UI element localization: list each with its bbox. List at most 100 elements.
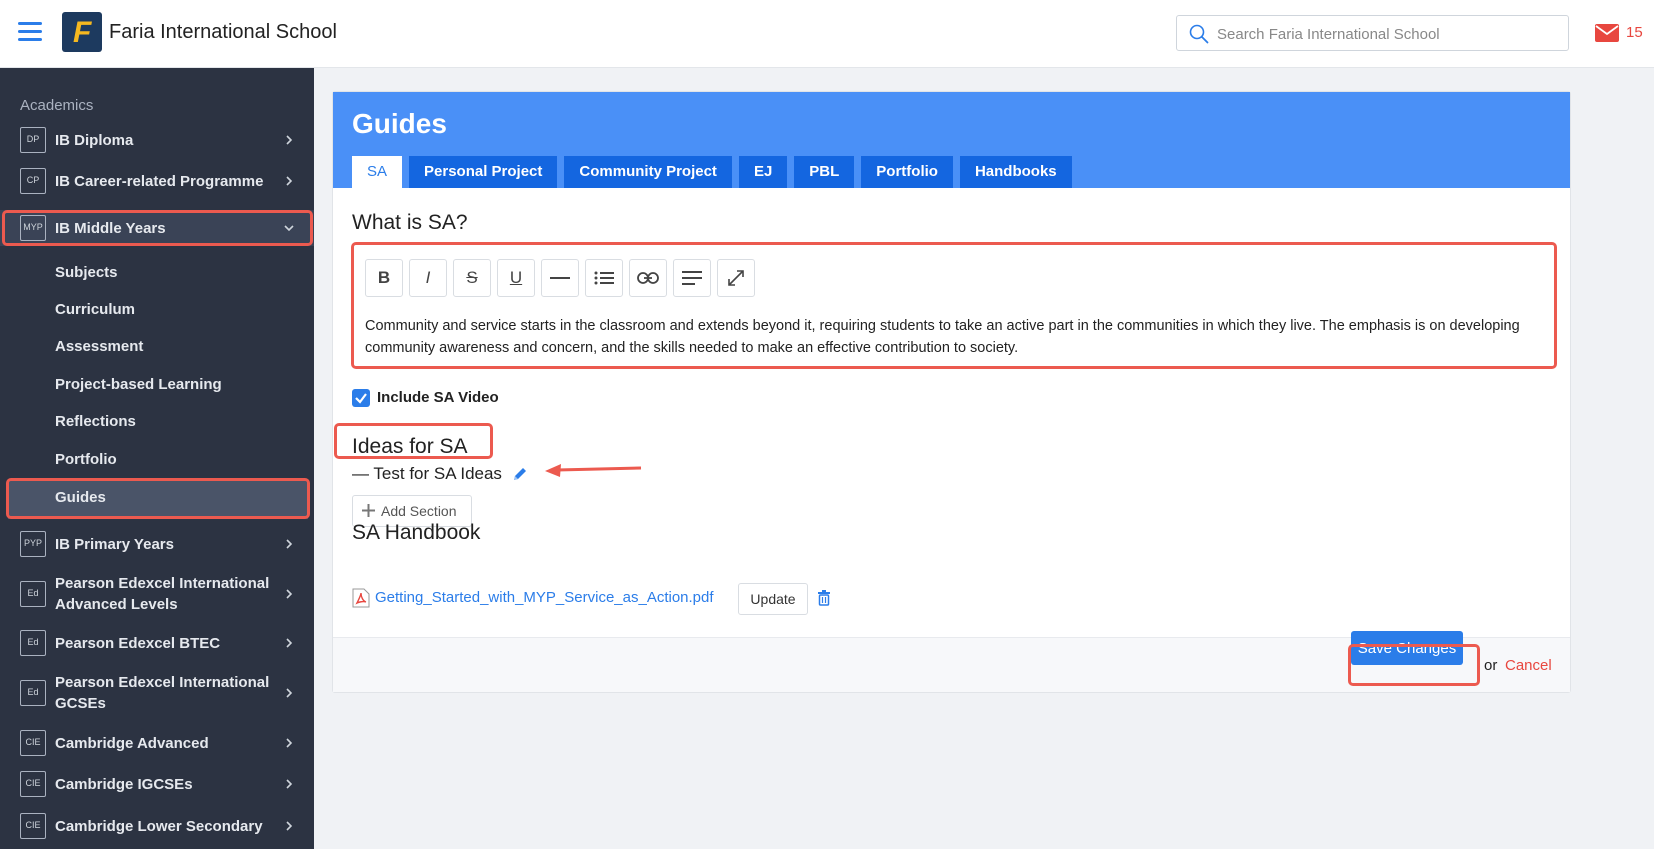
horizontal-rule-button[interactable]: [541, 259, 579, 297]
italic-button[interactable]: I: [409, 259, 447, 297]
sidebar-subitem-portfolio[interactable]: Portfolio: [55, 451, 117, 468]
expand-icon: [728, 270, 744, 286]
sidebar-item-label: Cambridge IGCSEs: [55, 775, 193, 793]
chevron-right-icon: [286, 589, 293, 599]
tab-personal-project[interactable]: Personal Project: [409, 156, 558, 188]
rich-text-editor[interactable]: B I S U Community and service starts in …: [352, 245, 1548, 357]
list-icon: [594, 271, 614, 285]
sidebar-item-label: IB Primary Years: [55, 535, 174, 553]
sidebar-item-label: Cambridge Advanced: [55, 734, 209, 752]
sidebar-item-label: IB Middle Years: [55, 219, 166, 237]
sidebar-item-label: Cambridge Lower Secondary: [55, 817, 263, 835]
mail-icon[interactable]: [1595, 24, 1619, 42]
sidebar-subitem-curriculum[interactable]: Curriculum: [55, 301, 135, 318]
sidebar-section-label: Academics: [20, 97, 94, 114]
programme-badge-icon: CP: [20, 168, 46, 194]
card-header: Guides SA Personal Project Community Pro…: [333, 92, 1570, 188]
trash-icon[interactable]: [817, 590, 831, 606]
programme-badge-icon: DP: [20, 127, 46, 153]
strikethrough-button[interactable]: S: [453, 259, 491, 297]
sidebar-item-ib-middle-years[interactable]: MYP IB Middle Years: [0, 210, 314, 246]
sidebar-item-ib-primary-years[interactable]: PYP IB Primary Years: [0, 524, 314, 564]
chevron-right-icon: [286, 779, 293, 789]
programme-badge-icon: Ed: [20, 680, 46, 706]
sidebar-item-ib-career[interactable]: CP IB Career-related Programme: [0, 161, 314, 201]
underline-button[interactable]: U: [497, 259, 535, 297]
tab-handbooks[interactable]: Handbooks: [959, 156, 1072, 188]
chevron-right-icon: [286, 539, 293, 549]
sidebar-item-cambridge-advanced[interactable]: CIE Cambridge Advanced: [0, 723, 314, 763]
programme-badge-icon: CIE: [20, 771, 46, 797]
chevron-right-icon: [286, 135, 293, 145]
programme-badge-icon: CIE: [20, 813, 46, 839]
bullet-list-button[interactable]: [585, 259, 623, 297]
what-is-heading: What is SA?: [352, 211, 468, 234]
chevron-right-icon: [286, 176, 293, 186]
sidebar-item-label: Pearson Edexcel BTEC: [55, 634, 221, 652]
save-changes-button[interactable]: Save Changes: [1351, 631, 1463, 665]
cancel-link[interactable]: Cancel: [1505, 657, 1552, 674]
plus-icon: [362, 504, 375, 517]
sidebar-subitem-project-based-learning[interactable]: Project-based Learning: [55, 376, 222, 393]
tab-community-project[interactable]: Community Project: [564, 156, 732, 188]
sidebar: Academics DP IB Diploma CP IB Career-rel…: [0, 68, 314, 849]
tab-sa[interactable]: SA: [352, 156, 403, 188]
link-icon: [637, 272, 659, 284]
horizontal-rule-icon: [550, 277, 570, 279]
mail-count-badge[interactable]: 15: [1626, 24, 1643, 41]
active-item-background: [8, 481, 308, 519]
check-icon: [355, 393, 367, 404]
sidebar-item-label: Pearson Edexcel International: [55, 674, 270, 691]
bold-button[interactable]: B: [365, 259, 403, 297]
guide-tabs: SA Personal Project Community Project EJ…: [352, 156, 1079, 188]
editor-toolbar: B I S U: [365, 259, 761, 297]
tab-portfolio[interactable]: Portfolio: [861, 156, 953, 188]
app-title[interactable]: Faria International School: [109, 21, 337, 44]
sidebar-item-label-line2: Advanced Levels: [55, 596, 178, 613]
tab-ej[interactable]: EJ: [738, 156, 788, 188]
sidebar-item-label: IB Career-related Programme: [55, 172, 264, 190]
sidebar-item-cambridge-igcses[interactable]: CIE Cambridge IGCSEs: [0, 764, 314, 804]
editor-content[interactable]: Community and service starts in the clas…: [365, 315, 1535, 359]
school-logo[interactable]: F: [62, 12, 102, 52]
sidebar-item-pearson-advanced-levels[interactable]: Ed Pearson Edexcel International Advance…: [0, 568, 314, 620]
menu-icon[interactable]: [18, 22, 42, 42]
logo-letter: F: [73, 16, 92, 49]
update-button[interactable]: Update: [738, 583, 808, 615]
pencil-icon[interactable]: [512, 466, 528, 482]
chevron-down-icon: [284, 225, 294, 232]
guides-card: Guides SA Personal Project Community Pro…: [332, 91, 1571, 693]
sidebar-subitem-subjects[interactable]: Subjects: [55, 264, 118, 281]
idea-list-item: — Test for SA Ideas: [352, 464, 502, 483]
sidebar-item-pearson-btec[interactable]: Ed Pearson Edexcel BTEC: [0, 623, 314, 663]
chevron-right-icon: [286, 638, 293, 648]
search-box[interactable]: [1176, 15, 1569, 51]
sidebar-item-pearson-gcses[interactable]: Ed Pearson Edexcel International GCSEs: [0, 667, 314, 719]
tab-pbl[interactable]: PBL: [794, 156, 855, 188]
programme-badge-icon: CIE: [20, 730, 46, 756]
page-title: Guides: [352, 108, 447, 139]
chevron-right-icon: [286, 688, 293, 698]
sidebar-subitem-reflections[interactable]: Reflections: [55, 413, 136, 430]
align-button[interactable]: [673, 259, 711, 297]
sidebar-subitem-assessment[interactable]: Assessment: [55, 338, 143, 355]
pdf-file-icon: [352, 588, 370, 608]
sidebar-item-ib-diploma[interactable]: DP IB Diploma: [0, 120, 314, 160]
handbook-heading: SA Handbook: [352, 521, 481, 544]
sidebar-item-label: IB Diploma: [55, 131, 134, 149]
or-text: or: [1484, 657, 1498, 674]
link-button[interactable]: [629, 259, 667, 297]
search-icon: [1189, 24, 1209, 44]
fullscreen-button[interactable]: [717, 259, 755, 297]
include-video-checkbox[interactable]: [352, 389, 370, 407]
sidebar-item-label: Pearson Edexcel International: [55, 575, 270, 592]
programme-badge-icon: MYP: [20, 215, 46, 241]
sidebar-subitem-guides[interactable]: Guides: [55, 489, 106, 506]
top-bar: F Faria International School 15: [0, 0, 1654, 68]
include-video-label[interactable]: Include SA Video: [377, 389, 499, 406]
sidebar-item-cambridge-lower-secondary[interactable]: CIE Cambridge Lower Secondary: [0, 806, 314, 846]
annotation-arrow-icon: [545, 464, 642, 477]
handbook-file-link[interactable]: Getting_Started_with_MYP_Service_as_Acti…: [375, 589, 714, 606]
chevron-right-icon: [286, 821, 293, 831]
search-input[interactable]: [1217, 22, 1557, 46]
